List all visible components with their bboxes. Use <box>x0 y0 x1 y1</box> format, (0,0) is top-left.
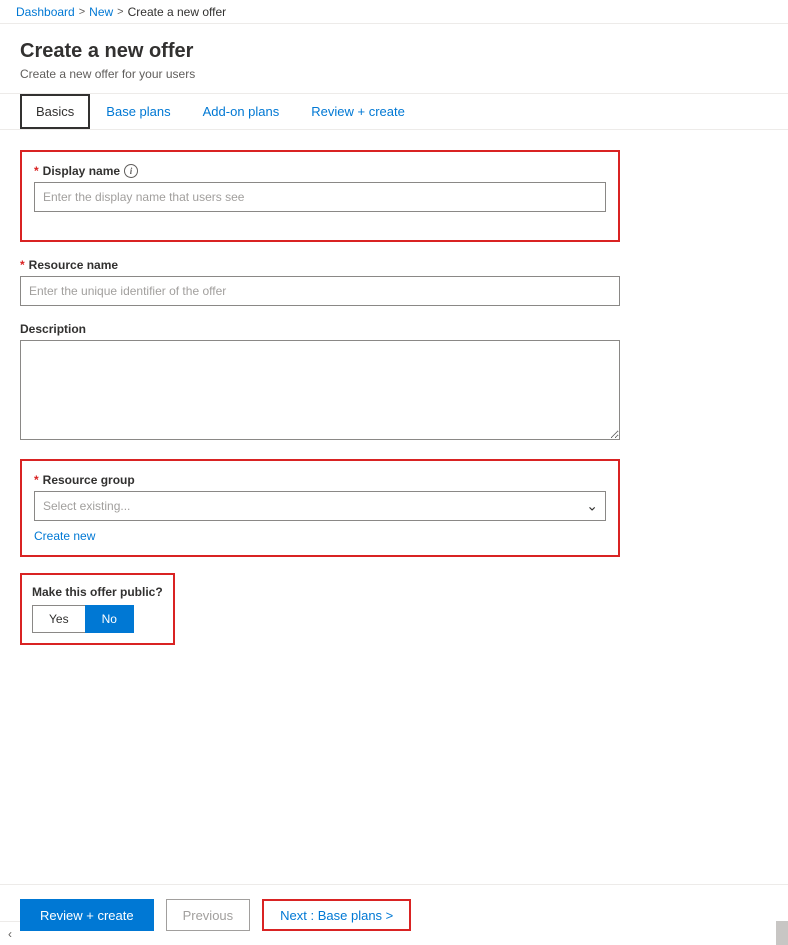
make-public-section: Make this offer public? Yes No <box>20 573 175 645</box>
display-name-info-icon[interactable]: i <box>124 164 138 178</box>
breadcrumb-current: Create a new offer <box>128 5 227 19</box>
breadcrumb-sep-2: > <box>117 6 123 18</box>
scrollbar[interactable] <box>776 921 788 945</box>
tab-basics[interactable]: Basics <box>20 94 90 129</box>
make-public-label: Make this offer public? <box>32 585 163 599</box>
chevron-left-icon[interactable]: ‹ <box>0 921 20 945</box>
description-input[interactable] <box>20 340 620 440</box>
tab-review-create[interactable]: Review + create <box>295 94 421 129</box>
previous-button: Previous <box>166 899 251 931</box>
bottom-bar: Review + create Previous Next : Base pla… <box>0 884 788 945</box>
display-name-label: * Display name i <box>34 164 606 178</box>
resource-name-required: * <box>20 258 25 272</box>
resource-group-label-text: Resource group <box>43 473 135 487</box>
breadcrumb: Dashboard > New > Create a new offer <box>16 5 226 19</box>
resource-group-section: * Resource group Select existing... Crea… <box>20 459 620 557</box>
resource-name-label-text: Resource name <box>29 258 118 272</box>
tabs-bar: Basics Base plans Add-on plans Review + … <box>0 94 788 130</box>
description-group: Description <box>20 322 620 443</box>
top-bar: Dashboard > New > Create a new offer <box>0 0 788 24</box>
resource-group-group: * Resource group Select existing... <box>34 473 606 521</box>
make-public-toggle: Yes No <box>32 605 163 633</box>
resource-group-select[interactable]: Select existing... <box>34 491 606 521</box>
make-public-no[interactable]: No <box>85 605 134 633</box>
resource-name-label: * Resource name <box>20 258 620 272</box>
display-name-group: * Display name i <box>34 164 606 212</box>
display-name-section: * Display name i <box>20 150 620 242</box>
main-content: Create a new offer Create a new offer fo… <box>0 24 788 894</box>
breadcrumb-new[interactable]: New <box>89 5 113 19</box>
display-name-input[interactable] <box>34 182 606 212</box>
resource-group-label: * Resource group <box>34 473 606 487</box>
resource-group-required: * <box>34 473 39 487</box>
resource-name-group: * Resource name <box>20 258 620 306</box>
make-public-yes[interactable]: Yes <box>32 605 85 633</box>
breadcrumb-dashboard[interactable]: Dashboard <box>16 5 75 19</box>
review-create-button[interactable]: Review + create <box>20 899 154 931</box>
tab-base-plans[interactable]: Base plans <box>90 94 186 129</box>
breadcrumb-sep-1: > <box>79 6 85 18</box>
form-area: * Display name i * Resource name Descrip… <box>0 130 640 665</box>
next-button[interactable]: Next : Base plans > <box>262 899 411 931</box>
description-label-text: Description <box>20 322 86 336</box>
create-new-link[interactable]: Create new <box>34 529 95 543</box>
display-name-label-text: Display name <box>43 164 120 178</box>
description-label: Description <box>20 322 620 336</box>
tab-addon-plans[interactable]: Add-on plans <box>187 94 296 129</box>
page-title: Create a new offer <box>20 40 768 63</box>
resource-group-select-wrapper: Select existing... <box>34 491 606 521</box>
page-subtitle: Create a new offer for your users <box>20 67 768 81</box>
page-header: Create a new offer Create a new offer fo… <box>0 24 788 94</box>
make-public-group: Make this offer public? Yes No <box>32 585 163 633</box>
display-name-required: * <box>34 164 39 178</box>
resource-name-input[interactable] <box>20 276 620 306</box>
